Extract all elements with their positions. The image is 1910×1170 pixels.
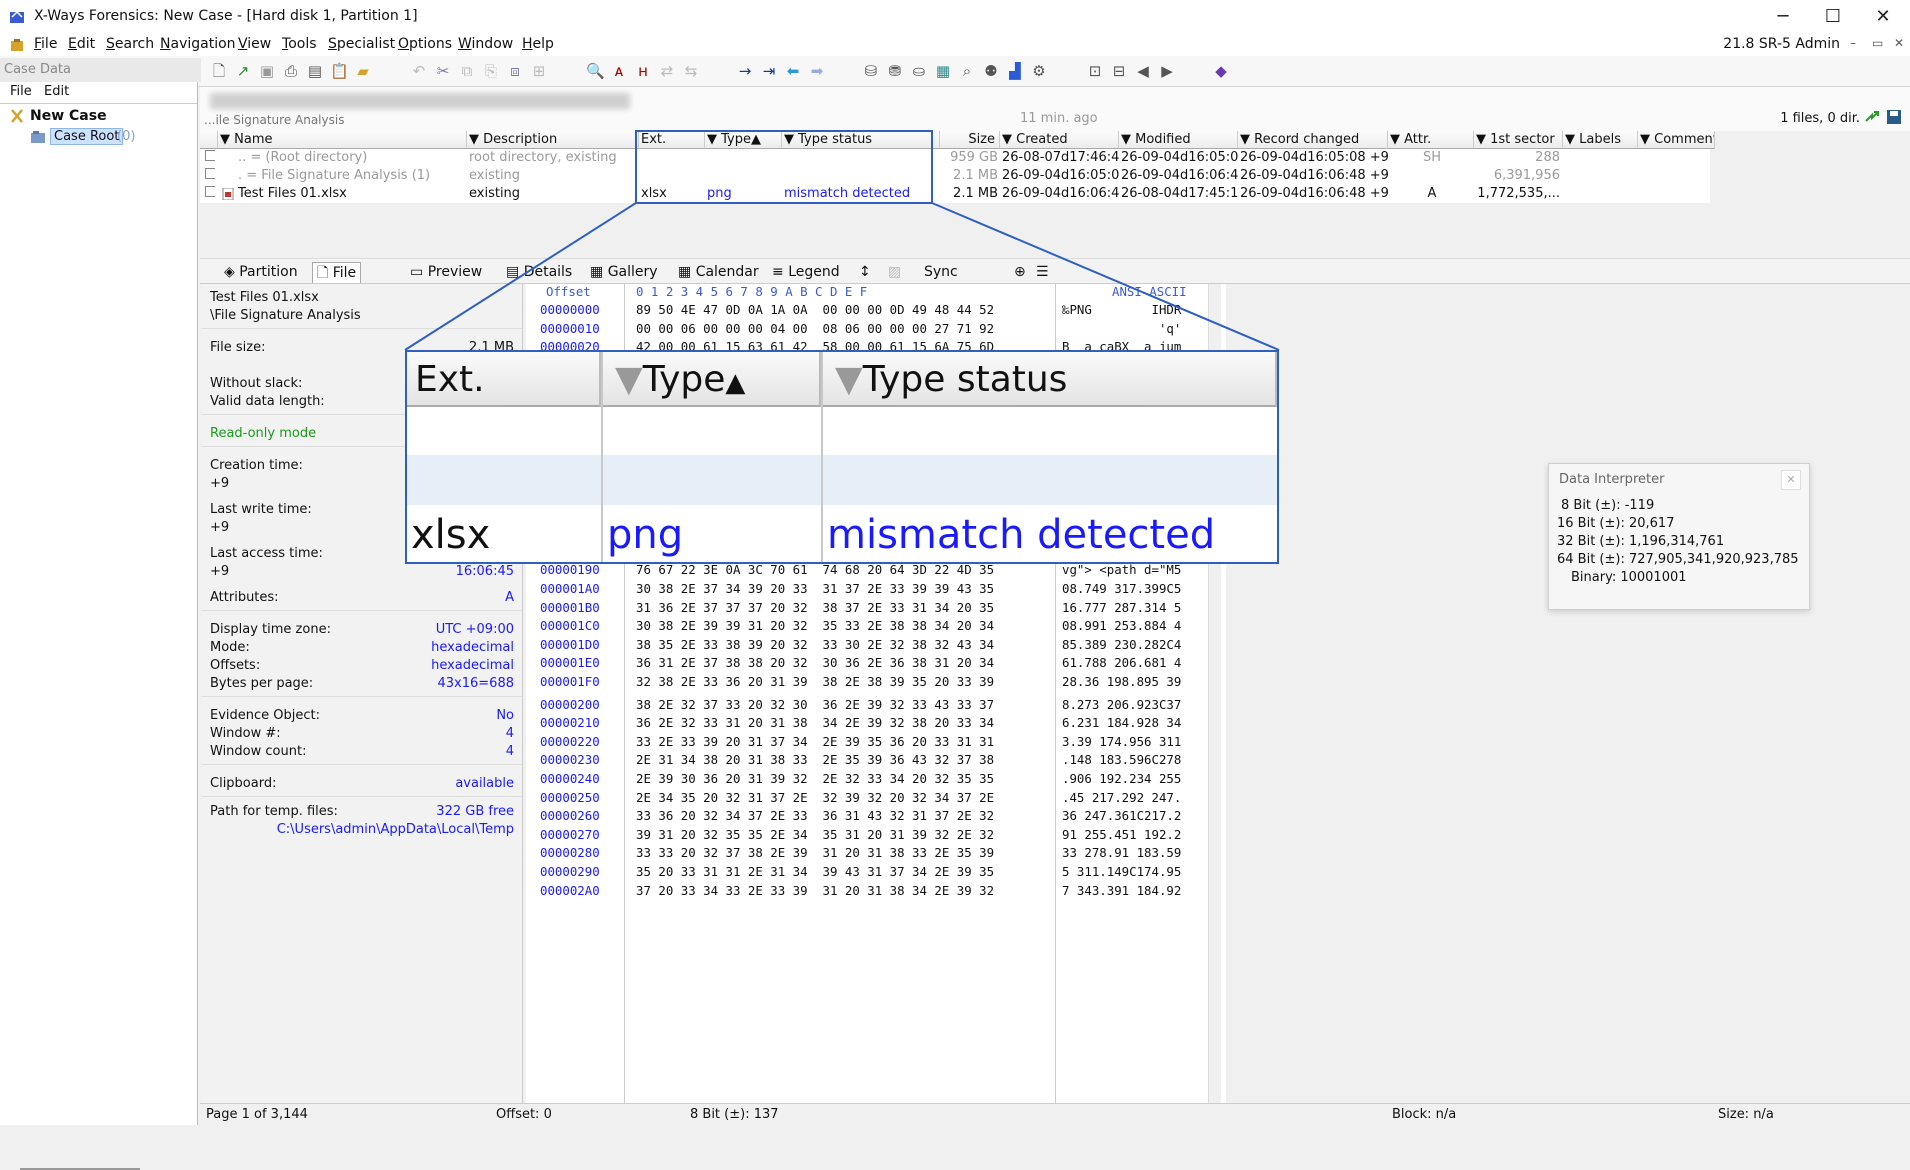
zoom-col-ext: Ext. xyxy=(407,352,601,407)
zoom-col-status: ▼Type status xyxy=(821,352,1277,407)
zoom-type-value: png xyxy=(607,512,684,558)
zoom-callout: Ext. ▼Type▲ ▼Type status xlsx png mismat… xyxy=(405,350,1279,564)
zoom-status-value: mismatch detected xyxy=(827,512,1216,558)
zoom-col-type: ▼Type▲ xyxy=(601,352,821,407)
zoom-ext-value: xlsx xyxy=(411,512,491,558)
